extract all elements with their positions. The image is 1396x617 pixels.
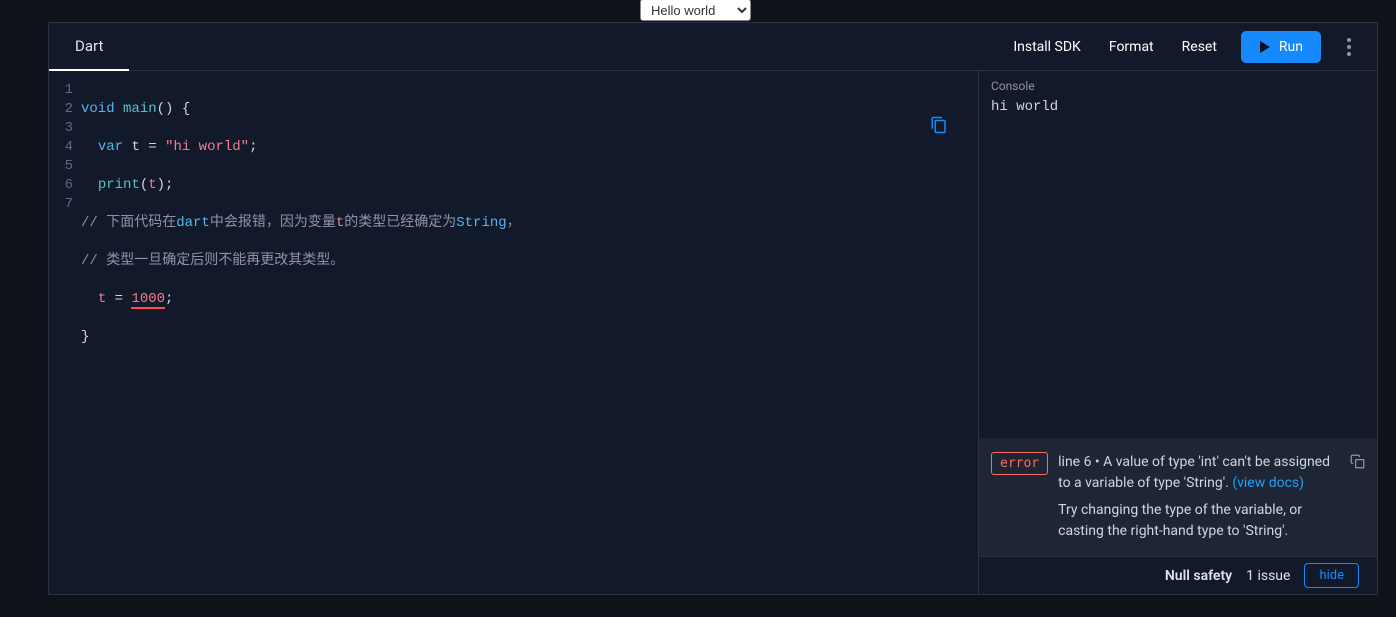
format-button[interactable]: Format: [1095, 31, 1168, 63]
copy-code-button[interactable]: [930, 116, 948, 138]
issue-count: 1 issue: [1246, 568, 1290, 584]
code-line: // 下面代码在dart中会报错，因为变量t的类型已经确定为String，: [81, 214, 978, 233]
hide-issues-button[interactable]: hide: [1304, 563, 1359, 588]
body: 1 2 3 4 5 6 7 void main() { var t = "hi …: [49, 71, 1377, 594]
example-selector-wrap: Hello world: [640, 0, 751, 12]
line-number: 5: [49, 157, 73, 176]
error-badge: error: [991, 452, 1048, 475]
editor-pane[interactable]: 1 2 3 4 5 6 7 void main() { var t = "hi …: [49, 71, 979, 594]
example-selector[interactable]: Hello world: [640, 0, 751, 21]
line-number: 1: [49, 81, 73, 100]
null-safety-label: Null safety: [1165, 568, 1232, 584]
line-number: 2: [49, 100, 73, 119]
code-line: // 类型一旦确定后则不能再更改其类型。: [81, 252, 978, 271]
console-output: hi world: [979, 97, 1377, 438]
dartpad-container: Dart Install SDK Format Reset Run 1 2 3 …: [48, 22, 1378, 595]
error-panel: error line 6 • A value of type 'int' can…: [979, 438, 1377, 556]
code-area[interactable]: void main() { var t = "hi world"; print(…: [81, 81, 978, 594]
code-line: }: [81, 328, 978, 347]
reset-button[interactable]: Reset: [1168, 31, 1231, 63]
more-menu-button[interactable]: [1331, 29, 1367, 65]
copy-icon: [930, 116, 948, 134]
line-gutter: 1 2 3 4 5 6 7: [49, 81, 81, 594]
copy-error-button[interactable]: [1350, 454, 1365, 473]
line-number: 7: [49, 195, 73, 214]
view-docs-link[interactable]: (view docs): [1232, 475, 1304, 491]
line-number: 4: [49, 138, 73, 157]
copy-icon: [1350, 454, 1365, 469]
error-message: line 6 • A value of type 'int' can't be …: [1058, 452, 1340, 542]
run-button-label: Run: [1279, 39, 1303, 55]
code-line: void main() {: [81, 100, 978, 119]
status-bar: Null safety 1 issue hide: [979, 556, 1377, 594]
code-line: print(t);: [81, 176, 978, 195]
code-line: t = 1000;: [81, 290, 978, 309]
header-bar: Dart Install SDK Format Reset Run: [49, 23, 1377, 71]
run-button[interactable]: Run: [1241, 31, 1321, 63]
install-sdk-button[interactable]: Install SDK: [999, 31, 1095, 63]
play-icon: [1259, 41, 1271, 53]
error-line-2: Try changing the type of the variable, o…: [1058, 502, 1302, 539]
tab-dart[interactable]: Dart: [49, 23, 129, 71]
line-number: 6: [49, 176, 73, 195]
console-pane: Console hi world error line 6 • A value …: [979, 71, 1377, 594]
console-title: Console: [979, 71, 1377, 97]
code-line: var t = "hi world";: [81, 138, 978, 157]
line-number: 3: [49, 119, 73, 138]
more-vert-icon: [1347, 38, 1351, 56]
